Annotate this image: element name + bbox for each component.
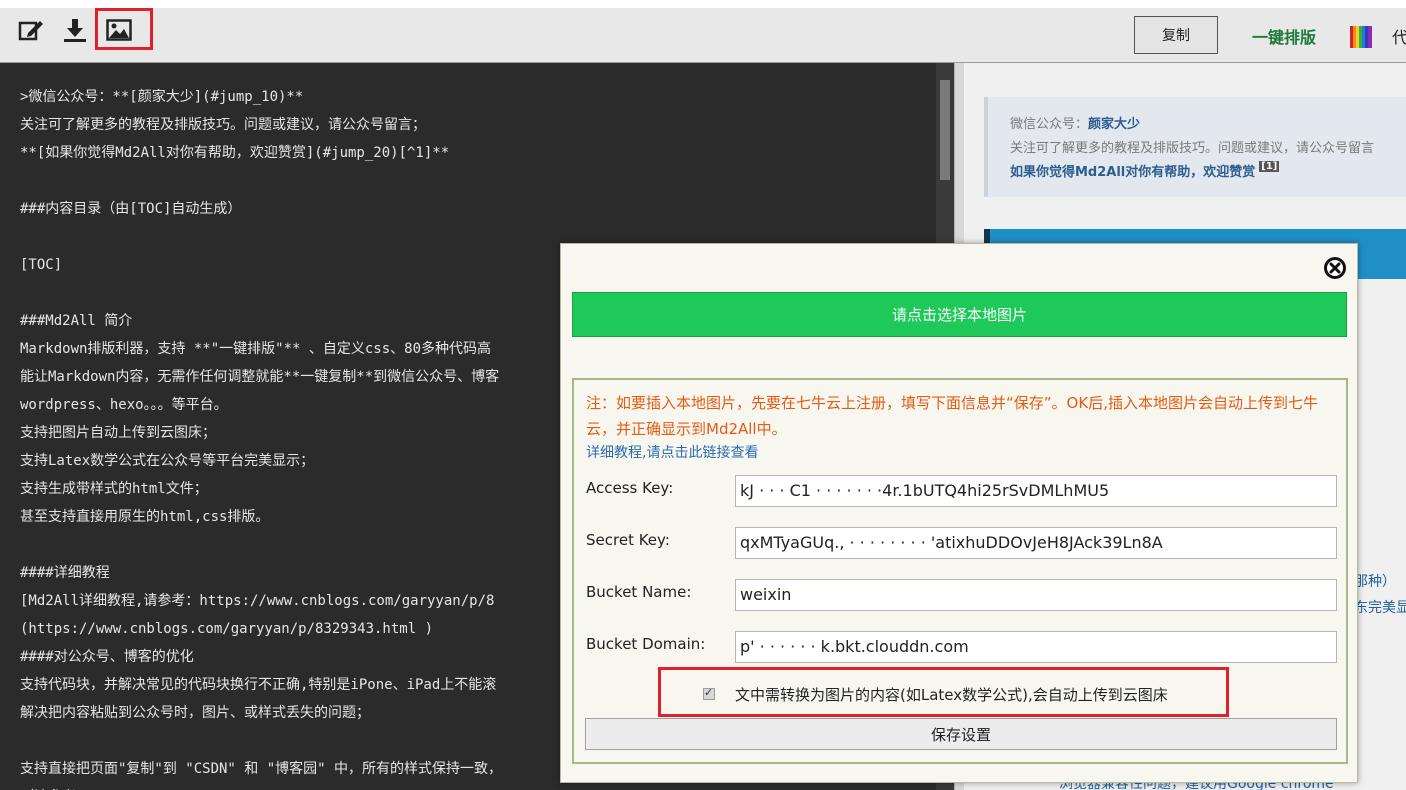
preview-text-fragment: 东完美显 bbox=[1354, 600, 1406, 616]
code-theme-link[interactable]: 代 bbox=[1392, 24, 1406, 48]
bucket-domain-field[interactable]: p' · · · · · · k.bkt.clouddn.com bbox=[735, 631, 1337, 663]
editor-line[interactable]: (https://www.cnblogs.com/garyyan/p/83293… bbox=[20, 615, 502, 643]
upload-latex-checkbox[interactable] bbox=[703, 686, 715, 700]
image-icon-highlight bbox=[95, 8, 153, 50]
upload-latex-label[interactable]: 文中需转换为图片的内容(如Latex数学公式),会自动上传到云图床 bbox=[735, 684, 1168, 705]
quote-line-2: 关注可了解更多的教程及排版技巧。问题或建议，请公众号留言 bbox=[1010, 141, 1375, 156]
color-theme-icon[interactable] bbox=[1350, 26, 1372, 48]
access-key-label: Access Key: bbox=[586, 479, 674, 497]
secret-key-field[interactable]: qxMTyaGUq., · · · · · · · · 'atixhuDDOvJ… bbox=[735, 527, 1337, 559]
choose-local-image-button[interactable]: 请点击选择本地图片 bbox=[572, 292, 1347, 337]
editor-line[interactable] bbox=[20, 223, 502, 251]
editor-line[interactable]: 支持生成带样式的html文件； bbox=[20, 475, 502, 503]
save-settings-button[interactable]: 保存设置 bbox=[585, 718, 1337, 750]
editor-line[interactable]: [Md2All详细教程,请参考：https://www.cnblogs.com/… bbox=[20, 587, 502, 615]
bucket-name-field[interactable]: weixin bbox=[735, 579, 1337, 611]
close-icon[interactable] bbox=[1323, 256, 1347, 280]
preview-blockquote: 微信公众号：颜家大少 关注可了解更多的教程及排版技巧。问题或建议，请公众号留言 … bbox=[984, 97, 1406, 197]
download-icon[interactable] bbox=[60, 14, 90, 46]
editor-line[interactable]: 能让Markdown内容，无需作任何调整就能**一键复制**到微信公众号、博客 bbox=[20, 363, 502, 391]
editor-line[interactable]: 解决把内容粘贴到公众号时，图片、或样式丢失的问题； bbox=[20, 699, 502, 727]
editor-line[interactable]: 支持把图片自动上传到云图床； bbox=[20, 419, 502, 447]
bucket-domain-label: Bucket Domain: bbox=[586, 635, 706, 653]
editor-line[interactable]: [TOC] bbox=[20, 251, 502, 279]
editor-line[interactable]: 支持Latex数学公式在公众号等平台完美显示； bbox=[20, 447, 502, 475]
edit-icon[interactable] bbox=[16, 14, 46, 46]
editor-line[interactable]: 甚至支持直接用原生的html,css排版。 bbox=[20, 503, 502, 531]
preview-text-fragment: 那种） bbox=[1354, 574, 1396, 590]
editor-line[interactable]: Markdown排版利器，支持 **"一键排版"** 、自定义css、80多种代… bbox=[20, 335, 502, 363]
editor-line[interactable]: 支持代码块，并解决常见的代码块换行不正确,特别是iPone、iPad上不能滚 bbox=[20, 671, 502, 699]
donate-link[interactable]: 如果你觉得Md2All对你有帮助，欢迎赞赏 bbox=[1010, 165, 1255, 180]
top-toolbar: 复制 一键排版 代 bbox=[0, 0, 1406, 63]
editor-line[interactable] bbox=[20, 279, 502, 307]
editor-line[interactable]: ###Md2All 简介 bbox=[20, 307, 502, 335]
editor-line[interactable]: 关注可了解更多的教程及排版技巧。问题或建议，请公众号留言； bbox=[20, 111, 502, 139]
bucket-name-label: Bucket Name: bbox=[586, 583, 692, 601]
editor-line[interactable]: ####对公众号、博客的优化 bbox=[20, 643, 502, 671]
settings-note: 注：如要插入本地图片，先要在七牛云上注册，填写下面信息并“保存”。OK后,插入本… bbox=[586, 394, 1318, 438]
quote-label: 微信公众号： bbox=[1010, 117, 1089, 132]
editor-line[interactable]: 支持直接把页面"复制"到 "CSDN" 和 "博客园" 中，所有的样式保持一致， bbox=[20, 755, 502, 783]
qiniu-settings-panel: 注：如要插入本地图片，先要在七牛云上注册，填写下面信息并“保存”。OK后,插入本… bbox=[572, 378, 1348, 764]
footnote-marker[interactable]: [1] bbox=[1259, 161, 1280, 172]
editor-scroll-thumb[interactable] bbox=[940, 80, 950, 180]
copy-button[interactable]: 复制 bbox=[1134, 16, 1218, 54]
editor-line[interactable]: **[如果你觉得Md2All对你有帮助，欢迎赞赏](#jump_20)[^1]*… bbox=[20, 139, 502, 167]
tutorial-link[interactable]: 详细教程,请点击此链接查看 bbox=[586, 442, 758, 462]
editor-line[interactable]: wordpress、hexo。。。等平台。 bbox=[20, 391, 502, 419]
editor-line[interactable]: ###内容目录（由[TOC]自动生成） bbox=[20, 195, 502, 223]
editor-line[interactable]: >微信公众号：**[颜家大少](#jump_10)** bbox=[20, 83, 502, 111]
editor-line[interactable]: ####详细教程 bbox=[20, 559, 502, 587]
editor-content[interactable]: >微信公众号：**[颜家大少](#jump_10)** 关注可了解更多的教程及排版… bbox=[20, 83, 502, 790]
secret-key-label: Secret Key: bbox=[586, 531, 670, 549]
editor-line[interactable] bbox=[20, 167, 502, 195]
image-upload-dialog: 请点击选择本地图片 注：如要插入本地图片，先要在七牛云上注册，填写下面信息并“保… bbox=[560, 243, 1358, 783]
access-key-field[interactable]: kJ · · · C1 · · · · · · ·4r.1bUTQ4hi25rS… bbox=[735, 475, 1337, 507]
editor-line[interactable]: （请参考 bbox=[20, 783, 502, 790]
quote-author-link[interactable]: 颜家大少 bbox=[1088, 117, 1140, 132]
editor-line[interactable] bbox=[20, 727, 502, 755]
one-click-format-link[interactable]: 一键排版 bbox=[1252, 24, 1316, 48]
editor-line[interactable] bbox=[20, 531, 502, 559]
